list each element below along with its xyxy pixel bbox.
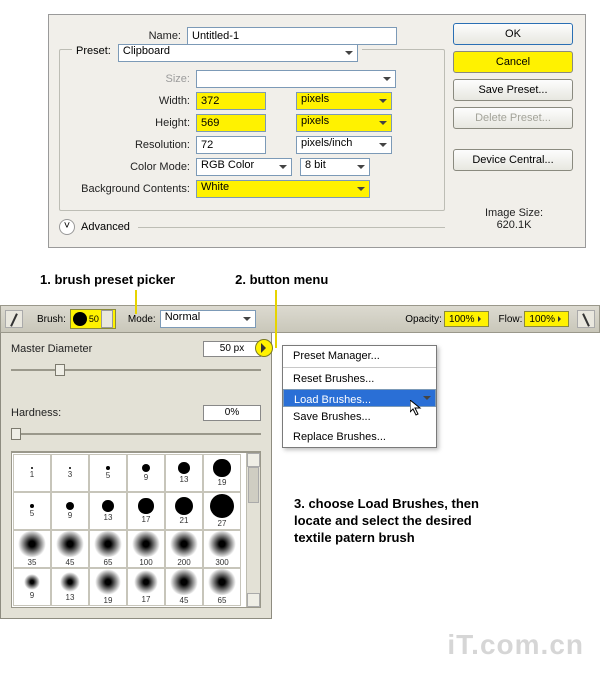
width-label: Width: xyxy=(68,95,196,107)
resolution-input[interactable] xyxy=(196,136,266,154)
opacity-input[interactable]: 100% xyxy=(444,311,489,327)
height-label: Height: xyxy=(68,117,196,129)
ok-button[interactable]: OK xyxy=(453,23,573,45)
watermark: iT.com.cn xyxy=(0,619,600,675)
brush-preset-cell[interactable]: 200 xyxy=(165,530,203,568)
master-diameter-slider[interactable] xyxy=(11,363,261,377)
brush-preset-grid[interactable]: 1359131959131721273545651002003009131917… xyxy=(11,451,261,608)
brush-preset-cell[interactable]: 1 xyxy=(13,454,51,492)
callout-1: 1. brush preset picker xyxy=(40,272,175,287)
menu-preset-manager[interactable]: Preset Manager... xyxy=(283,346,436,366)
blend-mode-select[interactable]: Normal xyxy=(160,310,256,328)
brush-preset-cell[interactable]: 13 xyxy=(51,568,89,606)
brush-preset-cell[interactable]: 65 xyxy=(89,530,127,568)
hardness-input[interactable]: 0% xyxy=(203,405,261,421)
cancel-button[interactable]: Cancel xyxy=(453,51,573,73)
bgcontents-select[interactable]: White xyxy=(196,180,370,198)
mode-label: Mode: xyxy=(128,314,156,325)
brush-preset-cell[interactable]: 45 xyxy=(51,530,89,568)
brush-size-value: 50 xyxy=(89,314,99,324)
preset-label: Preset: xyxy=(76,45,111,57)
width-input[interactable] xyxy=(196,92,266,110)
delete-preset-button: Delete Preset... xyxy=(453,107,573,129)
height-input[interactable] xyxy=(196,114,266,132)
flow-caret-icon xyxy=(558,316,564,322)
brush-label: Brush: xyxy=(37,314,66,325)
brush-preset-cell[interactable]: 65 xyxy=(203,568,241,606)
play-triangle-icon xyxy=(261,343,271,353)
hardness-label: Hardness: xyxy=(11,407,203,419)
brush-tool-icon[interactable] xyxy=(5,310,23,328)
brush-preset-cell[interactable]: 9 xyxy=(13,568,51,606)
brush-preset-cell[interactable]: 45 xyxy=(165,568,203,606)
brush-flyout-menu: Preset Manager... Reset Brushes... Load … xyxy=(282,345,437,448)
name-label: Name: xyxy=(59,30,187,42)
panel-flyout-button[interactable] xyxy=(255,339,273,357)
brush-preset-cell[interactable]: 19 xyxy=(203,454,241,492)
brush-dot-icon xyxy=(73,312,87,326)
brush-preset-picker[interactable]: 50 xyxy=(70,309,116,329)
menu-replace-brushes[interactable]: Replace Brushes... xyxy=(283,427,436,447)
advanced-chevron-icon[interactable]: ˅ xyxy=(59,219,75,235)
brush-preset-cell[interactable]: 27 xyxy=(203,492,241,530)
callout-2: 2. button menu xyxy=(235,272,328,287)
brush-preset-cell[interactable]: 5 xyxy=(89,454,127,492)
advanced-label: Advanced xyxy=(81,221,130,233)
new-document-dialog: Name: Preset: Clipboard Size: Width: pix… xyxy=(48,14,586,248)
master-diameter-label: Master Diameter xyxy=(11,343,203,355)
preset-select[interactable]: Clipboard xyxy=(118,44,358,62)
callout-3: 3. choose Load Brushes, then locate and … xyxy=(294,496,494,547)
brush-preset-panel: Master Diameter 50 px Hardness: 0% 13591… xyxy=(0,333,272,619)
resolution-label: Resolution: xyxy=(68,139,196,151)
brush-preset-cell[interactable]: 5 xyxy=(13,492,51,530)
hardness-slider[interactable] xyxy=(11,427,261,441)
size-select[interactable] xyxy=(196,70,396,88)
name-input[interactable] xyxy=(187,27,397,45)
brush-preset-cell[interactable]: 300 xyxy=(203,530,241,568)
flow-input[interactable]: 100% xyxy=(524,311,569,327)
airbrush-icon[interactable] xyxy=(577,310,595,328)
resolution-units[interactable]: pixels/inch xyxy=(296,136,392,154)
brush-options-bar: Brush: 50 Mode: Normal Opacity: 100% Flo… xyxy=(0,305,600,333)
height-units[interactable]: pixels xyxy=(296,114,392,132)
opacity-label: Opacity: xyxy=(405,314,442,325)
master-diameter-input[interactable]: 50 px xyxy=(203,341,261,357)
bitdepth-select[interactable]: 8 bit xyxy=(300,158,370,176)
brush-preset-cell[interactable]: 19 xyxy=(89,568,127,606)
brush-preset-dropdown-icon[interactable] xyxy=(101,310,113,328)
brush-preset-cell[interactable]: 17 xyxy=(127,492,165,530)
brush-preset-cell[interactable]: 9 xyxy=(127,454,165,492)
cursor-icon xyxy=(410,400,426,419)
divider xyxy=(138,227,445,228)
brush-preset-cell[interactable]: 13 xyxy=(165,454,203,492)
save-preset-button[interactable]: Save Preset... xyxy=(453,79,573,101)
opacity-caret-icon xyxy=(478,316,484,322)
brush-preset-cell[interactable]: 21 xyxy=(165,492,203,530)
colormode-select[interactable]: RGB Color xyxy=(196,158,292,176)
flow-label: Flow: xyxy=(499,314,523,325)
device-central-button[interactable]: Device Central... xyxy=(453,149,573,171)
brush-preset-cell[interactable]: 3 xyxy=(51,454,89,492)
bgcontents-label: Background Contents: xyxy=(68,183,196,195)
colormode-label: Color Mode: xyxy=(68,161,196,173)
image-size-value: 620.1K xyxy=(453,219,575,231)
brush-preset-cell[interactable]: 9 xyxy=(51,492,89,530)
menu-reset-brushes[interactable]: Reset Brushes... xyxy=(283,369,436,389)
brush-preset-cell[interactable]: 17 xyxy=(127,568,165,606)
grid-scrollbar[interactable] xyxy=(246,453,260,607)
size-label: Size: xyxy=(68,73,196,85)
brush-preset-cell[interactable]: 35 xyxy=(13,530,51,568)
brush-preset-cell[interactable]: 13 xyxy=(89,492,127,530)
brush-preset-cell[interactable]: 100 xyxy=(127,530,165,568)
annotation-labels: 1. brush preset picker 2. button menu xyxy=(40,272,600,287)
width-units[interactable]: pixels xyxy=(296,92,392,110)
image-size-label: Image Size: xyxy=(453,207,575,219)
